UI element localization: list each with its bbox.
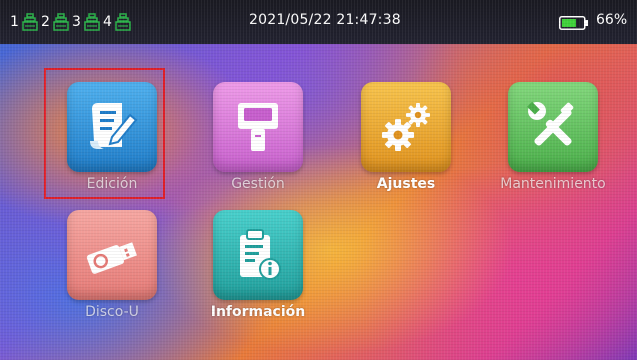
app-edicion[interactable] xyxy=(67,82,157,172)
usb-drive-icon xyxy=(86,242,137,274)
document-edit-icon xyxy=(90,103,138,149)
app-gestion[interactable] xyxy=(213,82,303,172)
channel-number: 4 xyxy=(103,14,112,30)
info-clipboard-icon xyxy=(240,229,281,280)
channel-1: 1 xyxy=(10,12,38,32)
ink-cartridge-icon xyxy=(22,13,38,31)
channel-number: 1 xyxy=(10,14,19,30)
app-mantenimiento[interactable] xyxy=(508,82,598,172)
app-label-mantenimiento: Mantenimiento xyxy=(500,176,606,192)
tools-icon xyxy=(527,101,574,146)
datetime-display: 2021/05/22 21:47:38 xyxy=(249,12,401,28)
app-label-disco-u: Disco-U xyxy=(85,304,139,320)
app-informacion[interactable] xyxy=(213,210,303,300)
handheld-printer-icon xyxy=(238,103,278,151)
channel-number: 2 xyxy=(41,14,50,30)
channel-number: 3 xyxy=(72,14,81,30)
channel-4: 4 xyxy=(103,12,131,32)
battery-percent: 66% xyxy=(596,12,628,28)
channel-2: 2 xyxy=(41,12,69,32)
app-label-informacion: Información xyxy=(210,304,306,320)
ink-cartridge-icon xyxy=(115,13,131,31)
gears-icon xyxy=(382,103,430,151)
ink-cartridge-icon xyxy=(84,13,100,31)
app-label-edicion: Edición xyxy=(86,176,138,192)
status-bar: 1 2 3 4 2021/05/22 21:47:38 66% xyxy=(0,0,637,44)
battery-fill xyxy=(562,19,576,27)
ink-cartridge-icon xyxy=(53,13,69,31)
app-label-ajustes: Ajustes xyxy=(376,176,436,192)
app-disco-u[interactable] xyxy=(67,210,157,300)
battery-icon xyxy=(559,16,588,30)
app-label-gestion: Gestión xyxy=(231,176,285,192)
channel-3: 3 xyxy=(72,12,100,32)
app-ajustes[interactable] xyxy=(361,82,451,172)
home-screen: 1 2 3 4 2021/05/22 21:47:38 66% Edición … xyxy=(0,0,637,360)
